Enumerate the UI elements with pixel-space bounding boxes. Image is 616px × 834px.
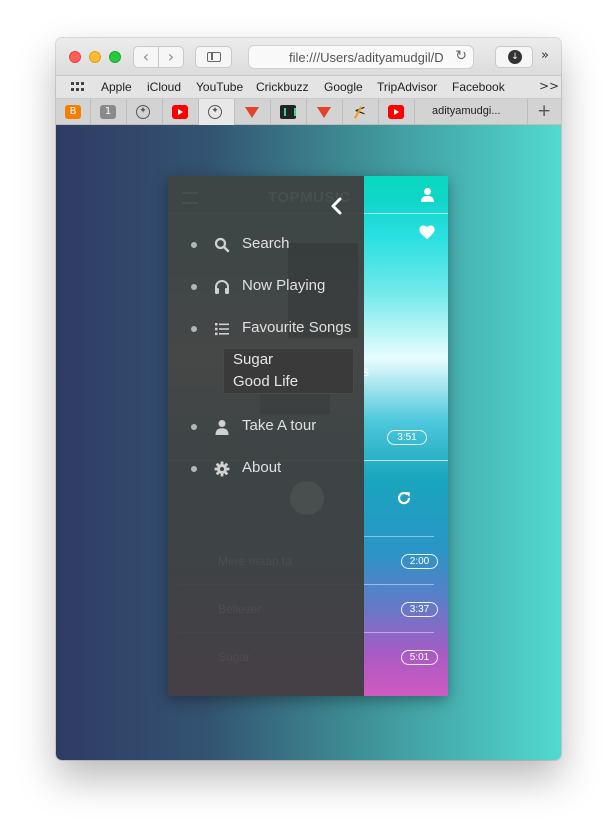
tab-audio[interactable] bbox=[271, 99, 307, 125]
tab-title: adityamudgi... bbox=[432, 105, 501, 117]
close-drawer-button[interactable] bbox=[330, 197, 346, 217]
bookmark-icloud[interactable]: iCloud bbox=[147, 80, 181, 94]
bookmark-youtube[interactable]: YouTube bbox=[196, 80, 243, 94]
badge-number-icon: 1 bbox=[100, 105, 116, 119]
blogger-icon: B bbox=[65, 105, 81, 119]
bullet bbox=[191, 424, 197, 430]
menu-item-label: Take A tour bbox=[242, 417, 317, 434]
menu-item-search[interactable]: Search bbox=[188, 234, 358, 256]
favourite-song-item[interactable]: Sugar bbox=[224, 349, 353, 371]
song-title: Mere maan ta bbox=[218, 554, 293, 568]
forward-button[interactable]: › bbox=[158, 46, 184, 68]
sidebar-icon bbox=[207, 52, 221, 62]
menu-item-label: Now Playing bbox=[242, 277, 326, 294]
bookmark-google[interactable]: Google bbox=[324, 80, 363, 94]
tab-blogger[interactable]: B bbox=[56, 99, 91, 125]
now-playing-duration: 3:51 bbox=[387, 430, 427, 445]
tab-gitlab-1[interactable] bbox=[235, 99, 271, 125]
user-icon bbox=[214, 419, 230, 435]
song-title: Sugar bbox=[218, 650, 251, 664]
menu-item-take-a-tour[interactable]: Take A tour bbox=[188, 416, 358, 438]
chevron-left-icon: ‹ bbox=[142, 47, 150, 66]
heart-icon[interactable] bbox=[418, 224, 438, 242]
bookmark-crickbuzz[interactable]: Crickbuzz bbox=[256, 80, 309, 94]
bullet bbox=[191, 326, 197, 332]
address-bar[interactable]: file:///Users/adityamudgil/Do ↻ bbox=[248, 45, 474, 69]
browser-window: ‹ › file:///Users/adityamudgil/Do ↻ ↓ » … bbox=[56, 38, 561, 760]
tab-bar: B 1 ✦ ✦ < adityamudgi... + bbox=[56, 99, 561, 125]
hamburger-icon bbox=[182, 192, 198, 204]
headphones-icon bbox=[214, 279, 230, 295]
search-icon bbox=[214, 237, 230, 253]
download-icon: ↓ bbox=[508, 50, 522, 64]
bookmark-tripadvisor[interactable]: TripAdvisor bbox=[377, 80, 437, 94]
song-duration: 2:00 bbox=[401, 554, 438, 569]
song-duration: 5:01 bbox=[401, 650, 438, 665]
sidebar-toggle-button[interactable] bbox=[195, 46, 232, 68]
list-icon bbox=[214, 321, 230, 337]
apps-grid-icon[interactable] bbox=[71, 82, 85, 93]
compass-icon: ✦ bbox=[136, 105, 150, 119]
audio-app-icon bbox=[280, 105, 296, 119]
menu-item-now-playing[interactable]: Now Playing bbox=[188, 276, 358, 298]
gitlab-icon bbox=[316, 105, 332, 119]
gear-icon bbox=[214, 461, 230, 477]
compass-icon: ✦ bbox=[208, 105, 222, 119]
reload-icon[interactable]: ↻ bbox=[455, 48, 467, 64]
user-icon[interactable] bbox=[421, 186, 435, 204]
new-tab-button[interactable]: + bbox=[537, 101, 551, 121]
tab-youtube-1[interactable] bbox=[163, 99, 199, 125]
menu-item-label: About bbox=[242, 459, 282, 476]
menu-item-label: Search bbox=[242, 235, 290, 252]
tab-youtube-2[interactable] bbox=[379, 99, 415, 125]
bullet bbox=[191, 242, 197, 248]
repeat-icon[interactable] bbox=[396, 490, 412, 506]
menu-item-about[interactable]: About bbox=[188, 458, 358, 480]
bullet bbox=[191, 284, 197, 290]
tab-active-page[interactable]: adityamudgi... bbox=[415, 99, 528, 125]
tab-safari-2[interactable]: ✦ bbox=[199, 99, 235, 125]
bookmarks-bar: Apple iCloud YouTube Crickbuzz Google Tr… bbox=[56, 76, 561, 99]
code-bracket-icon: < bbox=[352, 104, 368, 119]
play-button bbox=[290, 481, 324, 515]
gitlab-icon bbox=[244, 105, 260, 119]
minimize-window-button[interactable] bbox=[89, 51, 101, 63]
song-duration: 3:37 bbox=[401, 602, 438, 617]
page-viewport: s 3:51 2:00 3:37 5:01 TOPMUSIC Mere maan… bbox=[56, 125, 561, 760]
music-app: s 3:51 2:00 3:37 5:01 TOPMUSIC Mere maan… bbox=[168, 176, 448, 696]
bullet bbox=[191, 466, 197, 472]
song-title: Believer bbox=[218, 602, 262, 616]
toolbar-overflow-button[interactable]: » bbox=[541, 48, 549, 63]
back-button[interactable]: ‹ bbox=[133, 46, 159, 68]
favourite-songs-submenu: Sugar Good Life bbox=[223, 348, 354, 394]
favourite-song-item[interactable]: Good Life bbox=[224, 371, 353, 393]
close-window-button[interactable] bbox=[69, 51, 81, 63]
youtube-icon bbox=[388, 105, 404, 119]
tab-gitlab-2[interactable] bbox=[307, 99, 343, 125]
menu-item-favourite-songs[interactable]: Favourite Songs bbox=[188, 318, 358, 340]
menu-item-label: Favourite Songs bbox=[242, 319, 352, 336]
tab-numbered[interactable]: 1 bbox=[91, 99, 127, 125]
zoom-window-button[interactable] bbox=[109, 51, 121, 63]
bookmarks-overflow-button[interactable]: >> bbox=[539, 79, 559, 93]
url-text: file:///Users/adityamudgil/Do bbox=[289, 50, 444, 65]
youtube-icon bbox=[172, 105, 188, 119]
bookmark-apple[interactable]: Apple bbox=[101, 80, 132, 94]
navigation-drawer: TOPMUSIC Mere maan ta Believer Sugar Sea… bbox=[168, 176, 364, 696]
downloads-button[interactable]: ↓ bbox=[495, 46, 533, 68]
chevron-left-icon bbox=[331, 197, 342, 215]
tab-safari-1[interactable]: ✦ bbox=[127, 99, 163, 125]
browser-toolbar: ‹ › file:///Users/adityamudgil/Do ↻ ↓ » bbox=[56, 38, 561, 76]
tab-code[interactable]: < bbox=[343, 99, 379, 125]
bookmark-facebook[interactable]: Facebook bbox=[452, 80, 505, 94]
chevron-right-icon: › bbox=[167, 47, 175, 66]
